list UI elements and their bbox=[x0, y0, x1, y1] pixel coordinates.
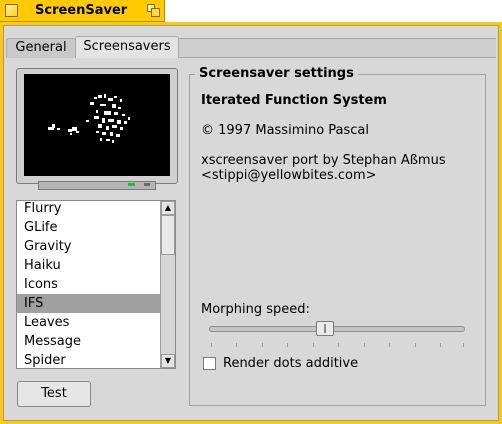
list-item-selected[interactable]: IFS bbox=[17, 294, 160, 313]
power-led-icon bbox=[128, 183, 135, 186]
list-item[interactable]: Message bbox=[17, 332, 160, 351]
saver-name: Iterated Function System bbox=[201, 93, 387, 108]
close-window-icon[interactable] bbox=[5, 4, 18, 17]
preview-screen bbox=[24, 74, 170, 176]
saver-copyright: © 1997 Massimino Pascal bbox=[201, 123, 370, 138]
render-dots-label[interactable]: Render dots additive bbox=[223, 356, 358, 371]
morphing-speed-slider[interactable] bbox=[209, 326, 465, 332]
list-item[interactable]: Gravity bbox=[17, 237, 160, 256]
monitor-button-icon bbox=[144, 183, 150, 186]
list-item[interactable]: Icons bbox=[17, 275, 160, 294]
scroll-up-icon[interactable]: ▲ bbox=[161, 201, 175, 215]
slider-thumb[interactable] bbox=[316, 321, 334, 336]
morphing-speed-label: Morphing speed: bbox=[201, 302, 310, 317]
test-button[interactable]: Test bbox=[17, 381, 91, 407]
zoom-window-icon[interactable] bbox=[147, 4, 160, 17]
list-item[interactable]: Flurry bbox=[17, 201, 160, 218]
saver-port-email: <stippi@yellowbites.com> bbox=[201, 168, 377, 183]
list-item[interactable]: GLife bbox=[17, 218, 160, 237]
list-item[interactable]: Spider bbox=[17, 351, 160, 368]
list-item[interactable]: Leaves bbox=[17, 313, 160, 332]
tab-general[interactable]: General bbox=[6, 38, 76, 58]
scroll-thumb[interactable] bbox=[161, 215, 175, 255]
list-item[interactable]: Haiku bbox=[17, 256, 160, 275]
saver-port-credit: xscreensaver port by Stephan Aßmus bbox=[201, 153, 446, 168]
monitor-base bbox=[38, 181, 156, 190]
settings-legend: Screensaver settings bbox=[195, 66, 358, 81]
ifs-preview-image bbox=[48, 94, 130, 143]
render-dots-checkbox[interactable] bbox=[203, 357, 216, 370]
scroll-down-icon[interactable]: ▼ bbox=[161, 354, 175, 368]
screensaver-list[interactable]: Flurry GLife Gravity Haiku Icons IFS Lea… bbox=[16, 200, 176, 369]
tab-screensavers[interactable]: Screensavers bbox=[75, 36, 179, 58]
window-title: ScreenSaver bbox=[35, 3, 128, 18]
list-scrollbar[interactable]: ▲ ▼ bbox=[160, 200, 176, 369]
tab-bar bbox=[179, 38, 496, 57]
